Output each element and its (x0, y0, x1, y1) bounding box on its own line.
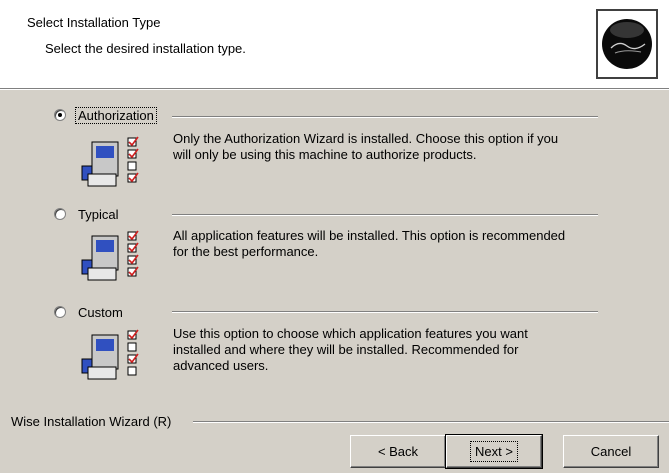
radio-authorization[interactable] (54, 109, 66, 121)
next-button[interactable]: Next > (445, 434, 543, 469)
cancel-button[interactable]: Cancel (563, 435, 659, 468)
option-custom-description: Use this option to choose which applicat… (173, 326, 528, 373)
option-typical-label[interactable]: Typical (76, 207, 120, 222)
back-button[interactable]: < Back (350, 435, 446, 468)
page-title: Select Installation Type (27, 15, 161, 30)
option-custom[interactable]: Custom (54, 302, 125, 322)
installer-features-icon (81, 136, 139, 187)
option-typical-description: All application features will be install… (173, 228, 566, 259)
logo-icon (602, 19, 652, 69)
option-typical[interactable]: Typical (54, 204, 120, 224)
product-logo (596, 9, 658, 79)
radio-typical[interactable] (54, 208, 66, 220)
option-authorization-label[interactable]: Authorization (75, 106, 157, 124)
page-subtitle: Select the desired installation type. (45, 41, 246, 56)
wizard-brand-label: Wise Installation Wizard (R) (11, 414, 172, 429)
installer-features-icon (81, 230, 139, 281)
wizard-header: Select Installation Type Select the desi… (0, 0, 669, 88)
option-authorization-description: Only the Authorization Wizard is install… (173, 131, 559, 162)
radio-custom[interactable] (54, 306, 66, 318)
option-authorization[interactable]: Authorization (54, 105, 157, 125)
option-custom-label[interactable]: Custom (76, 305, 125, 320)
installer-features-icon (81, 329, 139, 380)
